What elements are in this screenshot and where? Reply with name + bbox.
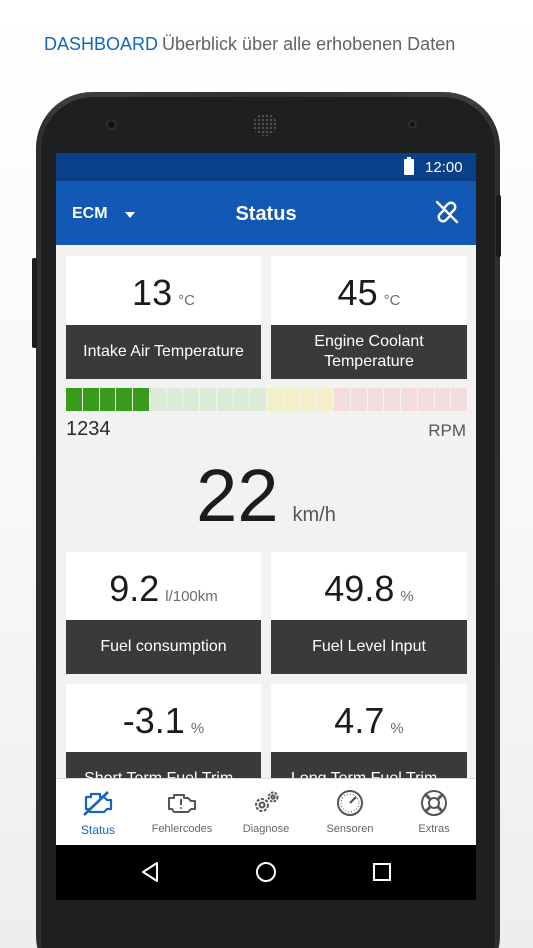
engine-check-icon (83, 791, 113, 816)
back-icon[interactable] (138, 860, 162, 884)
sensor-card-intake-air-temperature[interactable]: 13 °C Intake Air Temperature (66, 256, 261, 379)
status-bar: 12:00 (56, 153, 476, 181)
earpiece-speaker (253, 114, 277, 136)
proximity-sensor (408, 120, 417, 129)
nav-item-extras[interactable]: Extras (392, 779, 476, 846)
card-number: 4.7 (334, 700, 385, 741)
rpm-segment-lit (133, 388, 149, 411)
card-number: 45 (337, 272, 378, 313)
battery-icon (404, 157, 414, 175)
rpm-segment (267, 388, 283, 411)
caption-heading: DASHBOARD (44, 34, 159, 54)
rpm-segment (283, 388, 300, 411)
nav-item-sensoren[interactable]: Sensoren (308, 779, 392, 846)
rpm-segment (233, 388, 250, 411)
card-label: Fuel Level Input (271, 620, 467, 674)
speed-readout: 22 km/h (56, 453, 476, 538)
rpm-segment (300, 388, 317, 411)
card-unit: % (390, 720, 404, 737)
bottom-navigation: Status Fehlercodes Diagnose Sensoren Ext… (56, 778, 476, 845)
volume-button (32, 258, 37, 348)
recents-icon[interactable] (370, 860, 394, 884)
engine-fault-icon (168, 794, 196, 813)
sensor-card-fuel-level-input[interactable]: 49.8% Fuel Level Input (271, 552, 467, 674)
rpm-segment-lit (99, 388, 116, 411)
sensor-card-fuel-consumption[interactable]: 9.2 l/100km Fuel consumption (66, 552, 261, 674)
rpm-segment (149, 388, 166, 411)
rpm-segment (451, 388, 467, 411)
home-icon[interactable] (254, 860, 278, 884)
card-unit: % (190, 720, 205, 737)
card-value: 4.7% (271, 700, 467, 742)
rpm-segment (384, 388, 400, 411)
card-value: 9.2 l/100km (66, 568, 261, 610)
card-label: Engine Coolant Temperature (271, 325, 467, 379)
card-value: 13 °C (66, 272, 261, 314)
rpm-segment (350, 388, 367, 411)
gauge-icon (337, 790, 363, 816)
card-value: 45 °C (271, 272, 467, 314)
rpm-unit: RPM (428, 421, 466, 440)
phone-screen: 12:00 ECM Status 13 °C Intake Air Tempera… (56, 153, 476, 900)
card-value: 49.8% (271, 568, 467, 610)
card-unit: % (400, 588, 414, 605)
rpm-segment-lit (66, 388, 82, 411)
front-camera (106, 119, 117, 130)
card-number: -3.1 (122, 700, 185, 741)
nav-label: Sensoren (326, 823, 374, 835)
rpm-segment (183, 388, 199, 411)
rpm-segment-lit (82, 388, 99, 411)
card-unit: °C (383, 292, 401, 309)
gears-icon (255, 791, 279, 812)
card-unit: °C (178, 292, 195, 309)
rpm-segment (434, 388, 451, 411)
rpm-segment (334, 388, 350, 411)
card-number: 9.2 (109, 568, 160, 609)
nav-item-fehlercodes[interactable]: Fehlercodes (140, 779, 224, 846)
rpm-value: 1234 (66, 418, 111, 440)
nav-item-diagnose[interactable]: Diagnose (224, 779, 308, 846)
card-value: -3.1% (66, 700, 261, 742)
card-label: Intake Air Temperature (66, 325, 261, 379)
page-title: Status (235, 203, 297, 225)
card-number: 49.8 (324, 568, 395, 609)
nav-item-status[interactable]: Status (56, 779, 140, 846)
rpm-segment (367, 388, 384, 411)
speed-unit: km/h (292, 504, 336, 526)
rpm-segment (417, 388, 434, 411)
nav-label: Extras (418, 823, 450, 835)
caption-subtitle: Überblick über alle erhobenen Daten (162, 34, 456, 54)
speed-value: 22 (196, 454, 279, 537)
rpm-segment (250, 388, 266, 411)
nav-label: Diagnose (242, 823, 290, 835)
power-button (496, 195, 501, 257)
app-bar: ECM Status (56, 181, 476, 245)
rpm-segment-lit (116, 388, 132, 411)
card-unit: l/100km (165, 588, 218, 605)
card-label: Fuel consumption (66, 620, 261, 674)
nav-label: Fehlercodes (151, 823, 213, 835)
rpm-segment (317, 388, 333, 411)
nav-label: Status (80, 823, 116, 837)
rpm-bar (66, 388, 467, 411)
lifebuoy-icon (421, 790, 447, 816)
card-number: 13 (132, 272, 173, 313)
system-navigation-bar (56, 845, 476, 900)
status-time: 12:00 (425, 159, 463, 176)
rpm-segment (166, 388, 183, 411)
caption: DASHBOARD Überblick über alle erhobenen D… (44, 34, 514, 60)
rpm-segment (401, 388, 417, 411)
rpm-segment (216, 388, 233, 411)
rpm-segment (200, 388, 216, 411)
sensor-card-engine-coolant-temperature[interactable]: 45 °C Engine Coolant Temperature (271, 256, 467, 379)
link-off-icon[interactable] (434, 199, 460, 225)
